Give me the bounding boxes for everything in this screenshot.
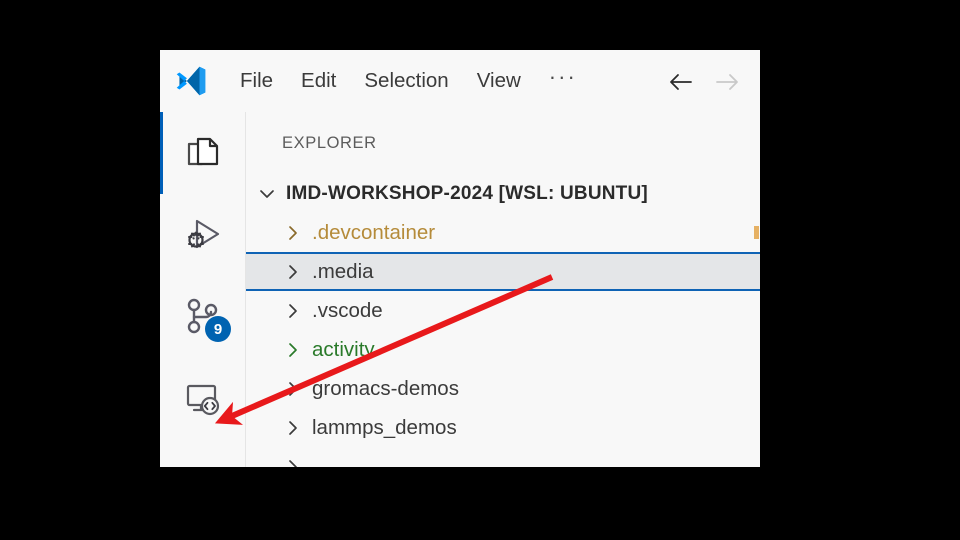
run-and-debug-icon	[187, 219, 219, 249]
chevron-right-icon[interactable]	[280, 376, 306, 402]
remote-explorer-icon	[186, 384, 219, 416]
chevron-right-icon[interactable]	[280, 298, 306, 324]
activity-bar: 9	[160, 112, 246, 467]
tree-item-label: lammps_demos	[312, 415, 457, 439]
vscode-window: File Edit Selection View ··· 9 EXPLORER …	[160, 50, 760, 467]
activity-run-and-debug[interactable]	[160, 194, 245, 276]
menu-edit[interactable]: Edit	[287, 65, 350, 98]
menu-selection[interactable]: Selection	[350, 65, 462, 98]
screenshot-root: File Edit Selection View ··· 9 EXPLORER …	[0, 0, 960, 540]
chevron-down-icon[interactable]	[254, 181, 280, 207]
file-tree: IMD-WORKSHOP-2024 [WSL: UBUNTU] .devcont…	[246, 174, 760, 467]
titlebar: File Edit Selection View ···	[160, 50, 760, 112]
tree-row-gromacs-demos[interactable]: gromacs-demos	[246, 369, 760, 408]
tree-row-media[interactable]: .media	[246, 252, 760, 291]
chevron-right-icon[interactable]	[280, 415, 306, 441]
tree-item-label: activity	[312, 337, 375, 361]
tree-row-root[interactable]: IMD-WORKSHOP-2024 [WSL: UBUNTU]	[246, 174, 760, 213]
arrow-left-icon[interactable]	[666, 68, 696, 96]
tree-item-label: .devcontainer	[312, 220, 436, 244]
tree-row-lammps-demos[interactable]: lammps_demos	[246, 408, 760, 447]
tree-row-vscode[interactable]: .vscode	[246, 291, 760, 330]
activity-source-control[interactable]: 9	[160, 276, 245, 358]
menu-file[interactable]: File	[226, 65, 287, 98]
source-control-badge: 9	[205, 316, 231, 342]
chevron-right-icon[interactable]	[280, 337, 306, 363]
tree-root-label: IMD-WORKSHOP-2024 [WSL: UBUNTU]	[286, 182, 648, 204]
tree-row-activity[interactable]: activity	[246, 330, 760, 369]
tree-item-label: gromacs-demos	[312, 376, 459, 400]
chevron-right-icon[interactable]	[280, 259, 306, 285]
tree-row-devcontainer[interactable]: .devcontainer	[246, 213, 760, 252]
vscode-logo-icon	[176, 66, 206, 96]
navigation-arrows	[666, 68, 742, 96]
menu-overflow-button[interactable]: ···	[535, 62, 589, 100]
menu-view[interactable]: View	[463, 65, 535, 98]
activity-active-indicator	[160, 112, 163, 194]
activity-remote-explorer[interactable]	[160, 358, 245, 440]
activity-explorer[interactable]	[160, 112, 245, 194]
chevron-right-icon[interactable]	[280, 220, 306, 246]
explorer-title: EXPLORER	[282, 134, 377, 152]
menubar: File Edit Selection View ···	[226, 62, 589, 100]
explorer-sidebar: EXPLORER IMD-WORKSHOP-2024 [WSL: UBUNTU]	[246, 112, 760, 467]
decoration-mark	[754, 226, 759, 239]
tree-item-label: .media	[312, 259, 374, 283]
tree-item-label: .vscode	[312, 298, 383, 322]
chevron-right-icon[interactable]	[280, 454, 306, 467]
files-icon	[187, 137, 218, 166]
arrow-right-icon[interactable]	[712, 68, 742, 96]
tree-row-partial[interactable]	[246, 447, 760, 467]
